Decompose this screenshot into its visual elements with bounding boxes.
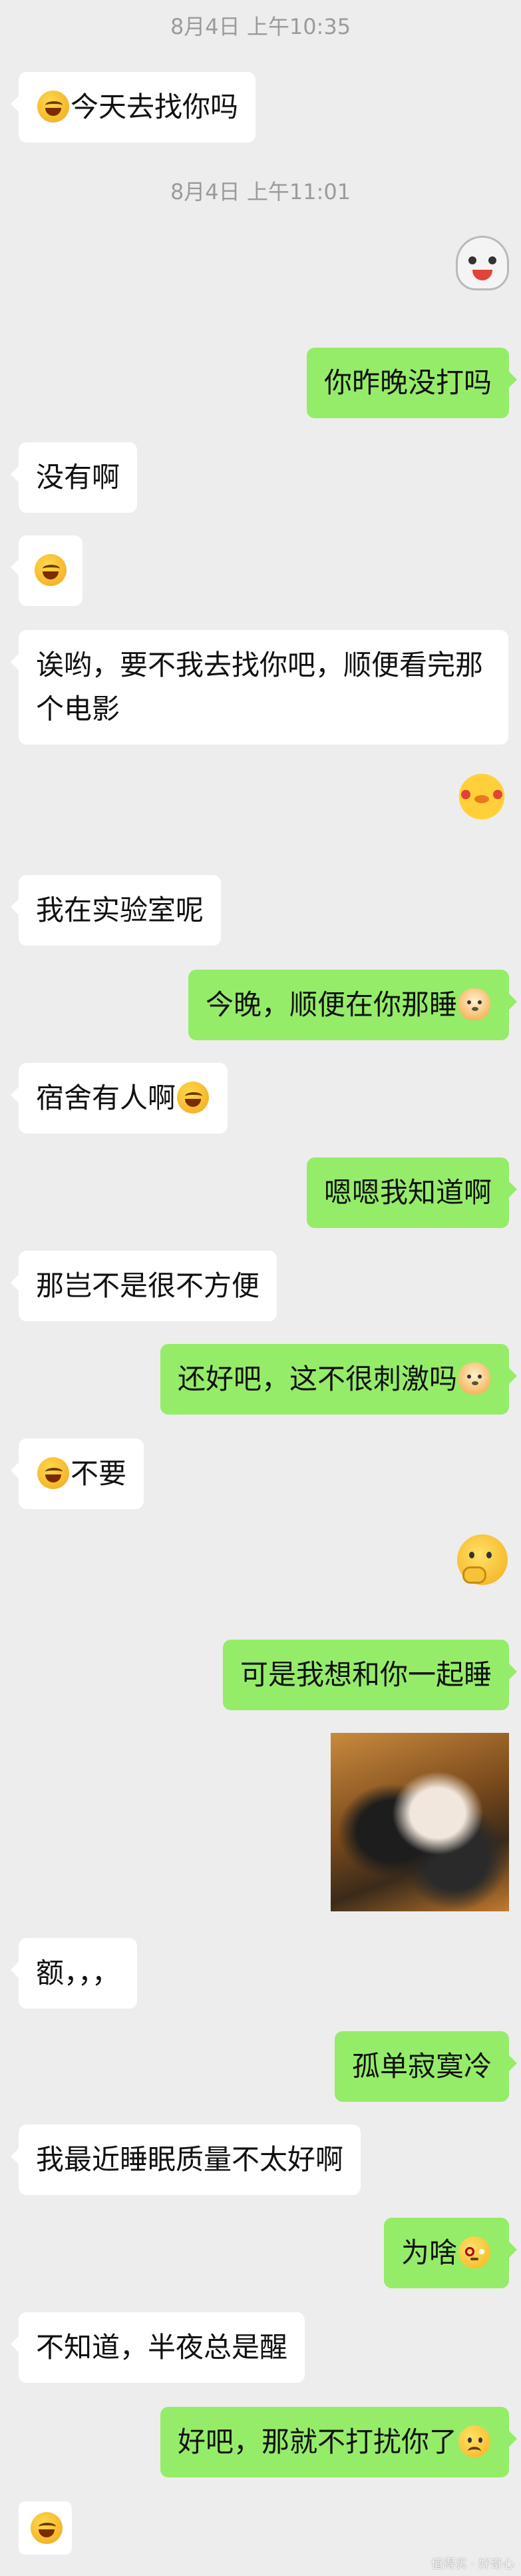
message-bubble-received[interactable]: 我在实验室呢 — [10, 875, 222, 946]
message-text: 没有啊 — [36, 461, 120, 493]
laugh-cry-emoji-icon — [37, 91, 69, 123]
doge-emoji-icon — [458, 988, 490, 1020]
message-text: 孤单寂寞冷 — [351, 2050, 492, 2083]
message-bubble-sent[interactable]: 还好吧，这不很刺激吗 — [160, 1344, 518, 1415]
message-text: 宿舍有人啊 — [36, 1082, 176, 1114]
message-bubble-received[interactable]: 不知道，半夜总是醒 — [10, 2312, 305, 2383]
watermark: 值得买 · 好奇心 — [431, 2557, 514, 2571]
message-bubble-sent[interactable]: 你昨晚没打吗 — [306, 348, 518, 418]
message-text: 不要 — [71, 1457, 127, 1490]
message-text: 今晚，顺便在你那睡 — [205, 988, 457, 1021]
sad-emoji-icon — [458, 2425, 490, 2457]
timestamp: 8月4日 上午10:35 — [170, 14, 351, 39]
message-bubble-received[interactable]: 不要 — [10, 1439, 144, 1509]
laugh-cry-emoji-icon — [35, 554, 67, 586]
message-bubble-received[interactable]: 我最近睡眠质量不太好啊 — [10, 2124, 361, 2195]
timestamp: 8月4日 上午11:01 — [170, 179, 351, 204]
message-bubble-sent[interactable]: 嗯嗯我知道啊 — [306, 1157, 518, 1228]
message-text: 我最近睡眠质量不太好啊 — [36, 2143, 344, 2176]
message-text: 今天去找你吗 — [71, 91, 239, 123]
message-text: 诶哟，要不我去找你吧，顺便看完那个电影 — [36, 649, 484, 725]
message-text: 嗯嗯我知道啊 — [323, 1176, 492, 1209]
message-text: 为啥 — [401, 2236, 457, 2269]
chat-thread: 8月4日 上午10:35 今天去找你吗 8月4日 上午11:01 你昨晚没打吗 … — [0, 0, 521, 2576]
message-bubble-received[interactable]: 额，，， — [10, 1938, 138, 2009]
message-text: 那岂不是很不方便 — [36, 1269, 260, 1302]
message-bubble-received[interactable]: 今天去找你吗 — [10, 72, 256, 143]
message-bubble-received[interactable] — [11, 535, 83, 606]
message-text: 你昨晚没打吗 — [323, 366, 492, 399]
message-bubble-received[interactable]: 没有啊 — [10, 442, 138, 513]
message-bubble-received[interactable]: 那岂不是很不方便 — [10, 1251, 277, 1321]
laugh-cry-emoji-icon — [37, 1457, 69, 1489]
message-bubble-sent[interactable]: 好吧，那就不打扰你了 — [160, 2407, 518, 2477]
laugh-cry-emoji-icon — [31, 2512, 63, 2544]
message-bubble-sent[interactable]: 孤单寂寞冷 — [334, 2031, 518, 2102]
laugh-cry-emoji-icon — [177, 1082, 210, 1114]
message-text: 可是我想和你一起睡 — [240, 1658, 492, 1691]
message-text: 还好吧，这不很刺激吗 — [177, 1363, 457, 1395]
message-text: 好吧，那就不打扰你了 — [177, 2425, 457, 2458]
thinking-sticker-icon[interactable] — [457, 1534, 508, 1585]
message-text: 额，，， — [36, 1957, 120, 1989]
message-bubble-sent[interactable]: 为啥 — [383, 2218, 518, 2288]
dog-photo-sticker-icon[interactable] — [331, 1733, 509, 1911]
message-bubble-sent[interactable]: 可是我想和你一起睡 — [222, 1640, 518, 1710]
doge-emoji-icon — [458, 1363, 490, 1395]
message-bubble-received[interactable]: 诶哟，要不我去找你吧，顺便看完那个电影 — [11, 630, 508, 745]
message-bubble-sent[interactable]: 今晚，顺便在你那睡 — [188, 970, 518, 1040]
laugh-cry-sticker[interactable] — [19, 2501, 72, 2555]
message-text: 我在实验室呢 — [36, 894, 204, 926]
cat-sticker-icon[interactable] — [456, 236, 509, 290]
message-bubble-received[interactable]: 宿舍有人啊 — [10, 1063, 228, 1133]
angry-emoji-icon — [458, 2236, 490, 2268]
message-text: 不知道，半夜总是醒 — [36, 2331, 288, 2364]
chick-sticker-icon[interactable] — [454, 766, 509, 822]
